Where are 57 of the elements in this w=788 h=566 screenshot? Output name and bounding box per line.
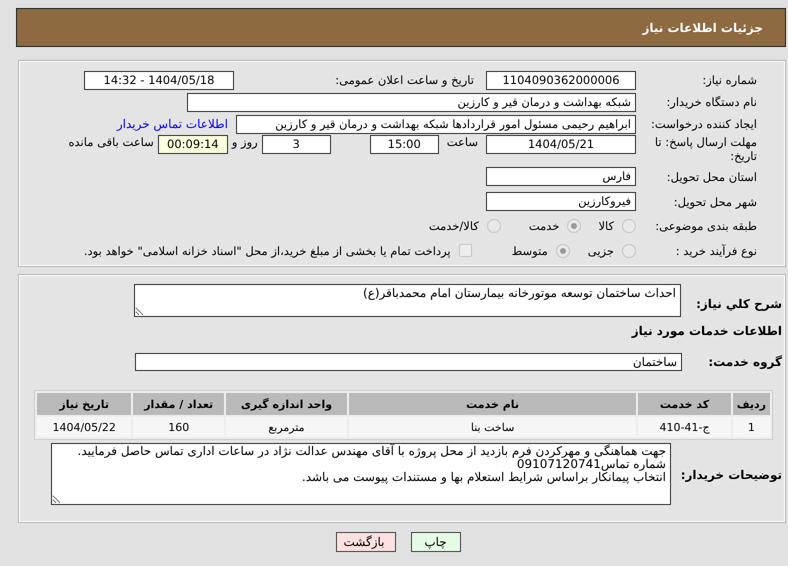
field-label: روز و — [232, 135, 258, 149]
checkbox[interactable] — [458, 244, 472, 257]
table-cell: ج-41-410 — [638, 417, 731, 437]
field-label: متوسط — [512, 244, 548, 258]
buyer-notes-field[interactable]: جهت هماهنگی و مهرکردن فرم بازدید از محل پروژه با آقای مهندس عدالت نژاد در ساعات اداری تماس حاصل فرمایید. شماره تماس09107120741 انتخاب پیمانکار براساس شرایط استعلام بها و مستندات پیوست می باشد. — [51, 443, 671, 505]
field-label: طبقه بندی موضوعی: — [654, 219, 757, 233]
field-label: جزیی — [588, 244, 614, 258]
service-group-field: ساختمان — [135, 353, 682, 371]
column-header: نام خدمت — [348, 393, 636, 415]
radio-button[interactable] — [622, 244, 636, 258]
buyer-field: شبکه بهداشت و درمان قیر و کارزین — [187, 92, 636, 112]
field-label: ساعت باقی مانده — [68, 135, 154, 149]
city-field: فیروکارزین — [486, 192, 636, 211]
remaining-time-field: 00:09:14 — [158, 135, 228, 154]
radio-button[interactable] — [556, 244, 570, 258]
field-label: توضیحات خریدار: — [680, 468, 782, 482]
column-header: ردیف — [732, 393, 770, 415]
print-button[interactable]: چاپ — [410, 532, 460, 552]
field-label: پرداخت تمام یا بخشی از مبلغ خرید،از محل "اسناد خزانه اسلامی" خواهد بود. — [84, 244, 451, 258]
table-cell: 160 — [133, 417, 224, 437]
field-label: شماره نیاز: — [701, 73, 757, 87]
radio-button[interactable] — [622, 219, 636, 233]
table-cell: ساخت بنا — [348, 417, 636, 437]
need-number-field: 1104090362000006 — [486, 70, 636, 90]
province-field: فارس — [486, 167, 636, 186]
announce-date-field: 1404/05/18 - 14:32 — [84, 70, 234, 90]
page-title: جزئیات اطلاعات نیاز — [642, 20, 763, 34]
buyer-contact-link[interactable]: اطلاعات تماس خریدار — [116, 117, 228, 131]
column-header: واحد اندازه گیری — [226, 393, 347, 415]
column-header: تعداد / مقدار — [133, 393, 224, 415]
field-label: شرح کلي نیاز: — [695, 297, 782, 311]
deadline-time-field: 15:00 — [370, 135, 439, 154]
radio-button[interactable] — [567, 219, 582, 233]
field-label: شهر محل تحویل: — [672, 194, 757, 208]
creator-field: ابراهیم رحیمی مسئول امور قراردادها شبکه بهداشت و درمان قیر و کارزین — [236, 114, 636, 134]
table-cell: 1404/05/22 — [37, 417, 132, 437]
field-label: نام دستگاه خریدار: — [665, 95, 757, 109]
field-label: مهلت ارسال پاسخ: تا تاریخ: — [654, 135, 757, 163]
column-header: کد خدمت — [638, 393, 731, 415]
field-label: تاریخ و ساعت اعلان عمومی: — [334, 73, 474, 87]
field-label: گروه خدمت: — [707, 355, 782, 369]
field-label: کالا — [598, 219, 614, 233]
radio-button[interactable] — [486, 219, 501, 233]
field-label: کالا/خدمت — [428, 219, 479, 233]
back-button[interactable]: بازگشت — [336, 532, 396, 552]
field-label: استان محل تحویل: — [666, 170, 757, 184]
section-title: اطلاعات خدمات مورد نیاز — [632, 324, 782, 338]
field-label: نوع فرآیند خرید : — [674, 244, 757, 258]
table-cell: 1 — [732, 417, 770, 437]
deadline-date-field: 1404/05/21 — [486, 135, 636, 154]
field-label: ایجاد کننده درخواست: — [650, 117, 757, 131]
table-cell: مترمربع — [226, 417, 347, 437]
field-label: ساعت — [446, 135, 478, 149]
summary-field[interactable]: احداث ساختمان توسعه موتورخانه بیمارستان امام محمدباقر(ع) — [134, 284, 681, 317]
field-label: خدمت — [528, 219, 560, 233]
column-header: تاریخ نیاز — [37, 393, 132, 415]
days-field: 3 — [262, 135, 331, 154]
